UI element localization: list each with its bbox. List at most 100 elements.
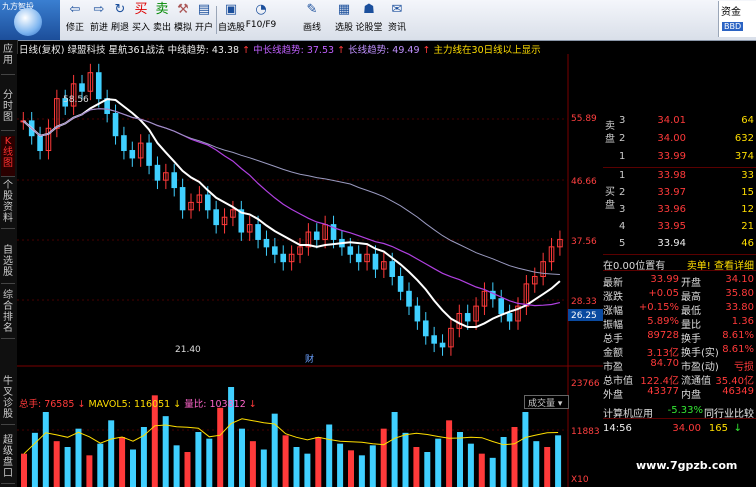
order-alert[interactable]: 在0.00位置有 卖单! 查看详细 xyxy=(603,257,756,272)
toolbar: 九方智投 ⇦ 修正 ⇨ 前进 ↻ 刷退 买买入 卖卖出 ⚒ 模拟 ▤ 开户 ▣ 自选股 ◔ F… xyxy=(0,0,756,41)
volume-bar xyxy=(64,447,71,487)
funds-panel[interactable]: 资金 BBD xyxy=(718,1,756,37)
open-account-button[interactable]: ▤ 开户 xyxy=(193,2,215,38)
watchlist-button[interactable]: ▣ 自选股 xyxy=(218,2,245,38)
volume-indicator-dropdown[interactable]: 成交量 ▾ xyxy=(524,395,569,409)
volume-bar xyxy=(358,455,365,487)
stat-value: 35.40亿 xyxy=(715,376,754,387)
stat-row: 金额 3.13亿 换手(实) 8.61% xyxy=(603,344,756,359)
sector-row[interactable]: 计算机应用 -5.33% 同行业比较 xyxy=(603,405,756,420)
candle-body xyxy=(464,313,471,322)
forum-icon: ☗ xyxy=(363,2,375,17)
kline-chart[interactable]: 58.56 21.40 财 55.89 46.66 37.56 28.33 26… xyxy=(17,54,603,487)
low-annotation: 21.40 xyxy=(175,345,201,355)
stock-screen-button[interactable]: ▦ 选股 xyxy=(333,2,355,38)
finance-marker[interactable]: 财 xyxy=(305,353,314,365)
stat-row: 最新 33.99 开盘 34.10 xyxy=(603,274,756,289)
volume-bar xyxy=(326,424,333,487)
stat-value: +0.15% xyxy=(638,302,679,313)
volume-bar xyxy=(369,445,376,487)
volume-bar xyxy=(108,420,115,487)
volume-bar xyxy=(424,452,431,487)
tab-stock-profile[interactable]: 个股资料 xyxy=(1,180,15,229)
stat-label: 振幅 xyxy=(603,320,623,331)
stat-label: 开盘 xyxy=(681,278,701,289)
volume-bar xyxy=(544,447,551,487)
buy-level-1[interactable]: 1 33.98 33 xyxy=(603,170,756,186)
candle-body xyxy=(431,335,437,344)
sell-button[interactable]: 卖卖出 xyxy=(151,2,173,38)
stat-label: 外盘 xyxy=(603,390,623,401)
candle-body xyxy=(154,164,161,181)
stat-label: 内盘 xyxy=(681,390,701,401)
buy-button[interactable]: 买买入 xyxy=(130,2,152,38)
tab-intraday[interactable]: 分时图 xyxy=(1,90,15,131)
volume-bar xyxy=(217,407,224,487)
bbd-button[interactable]: BBD xyxy=(722,22,744,31)
watchlist-icon: ▣ xyxy=(224,2,238,17)
volume-bar xyxy=(206,438,213,487)
stat-label: 最新 xyxy=(603,278,623,289)
chevron-down-icon: ▾ xyxy=(557,399,563,409)
volume-bar xyxy=(380,428,387,487)
tab-ranking[interactable]: 综合排名 xyxy=(1,290,15,339)
candle-body xyxy=(112,112,119,137)
candle-body xyxy=(439,342,446,348)
buy-level-4[interactable]: 4 33.95 21 xyxy=(603,221,756,237)
stat-label: 市盈(动) xyxy=(681,362,719,373)
volume-bar xyxy=(413,447,420,487)
candle-body xyxy=(397,275,404,292)
volume-bar xyxy=(533,441,540,487)
f10-button[interactable]: ◔ F10/F9 xyxy=(244,2,278,38)
stat-row: 总市值 122.4亿 流通值 35.40亿 xyxy=(603,372,756,387)
tab-apps[interactable]: 应用 xyxy=(1,44,15,75)
stat-value: 46349 xyxy=(722,386,754,397)
high-annotation: 58.56 xyxy=(63,95,89,105)
volume-bar xyxy=(348,450,354,487)
total-volume-label: 总手: 76585 xyxy=(19,399,75,410)
down-arrow-icon: ↓ xyxy=(248,399,257,410)
candle-body xyxy=(146,142,152,166)
tab-level2[interactable]: 超级盘口 xyxy=(1,435,15,484)
volume-bar xyxy=(42,412,49,487)
draw-line-button[interactable]: ✎ 画线 xyxy=(300,2,324,38)
price-tick: 46.66 xyxy=(571,177,597,187)
refresh-button[interactable]: ↻ 刷退 xyxy=(108,2,132,38)
stat-value: 89728 xyxy=(647,330,679,341)
stat-value: 34.10 xyxy=(725,274,754,285)
buy-level-3[interactable]: 3 33.96 12 xyxy=(603,204,756,220)
orderbook-divider xyxy=(603,167,756,168)
stat-label: 换手 xyxy=(681,334,701,345)
volume-bar xyxy=(467,443,474,487)
sell-level-2[interactable]: 2 34.00 632 xyxy=(603,133,756,149)
stat-row: 涨幅 +0.15% 最低 33.80 xyxy=(603,302,756,317)
sell-level-3[interactable]: 3 34.01 64 xyxy=(603,115,756,131)
f10-icon: ◔ xyxy=(255,2,267,17)
stat-value: 1.36 xyxy=(731,316,754,327)
volume-bar xyxy=(21,453,27,487)
tab-kline[interactable]: K线图 xyxy=(1,136,15,177)
simulate-button[interactable]: ⚒ 模拟 xyxy=(172,2,194,38)
news-button[interactable]: ✉ 资讯 xyxy=(385,2,409,38)
volume-bar xyxy=(130,449,136,487)
forum-button[interactable]: ☗ 论股堂 xyxy=(354,2,384,38)
tick-divider xyxy=(603,418,756,419)
candle-body xyxy=(263,238,270,248)
volume-bar xyxy=(391,412,398,487)
forward-button[interactable]: ⇨ 前进 xyxy=(88,2,110,38)
price-tick: 55.89 xyxy=(571,114,597,124)
volume-bar xyxy=(239,428,245,487)
news-icon: ✉ xyxy=(391,2,403,17)
stat-label: 金额 xyxy=(603,348,623,359)
candle-body xyxy=(79,83,85,92)
buy-level-5[interactable]: 5 33.94 46 xyxy=(603,238,756,254)
back-button[interactable]: ⇦ 修正 xyxy=(63,2,87,38)
volume-bar xyxy=(282,435,289,487)
volume-bar xyxy=(522,412,529,487)
sell-level-1[interactable]: 1 33.99 374 xyxy=(603,151,756,167)
buy-level-2[interactable]: 2 33.97 15 xyxy=(603,187,756,203)
candle-body xyxy=(37,135,43,152)
tab-diagnosis[interactable]: 牛叉诊股 xyxy=(1,376,15,425)
candle-body xyxy=(171,172,178,189)
tab-watchlist[interactable]: 自选股 xyxy=(1,245,15,284)
